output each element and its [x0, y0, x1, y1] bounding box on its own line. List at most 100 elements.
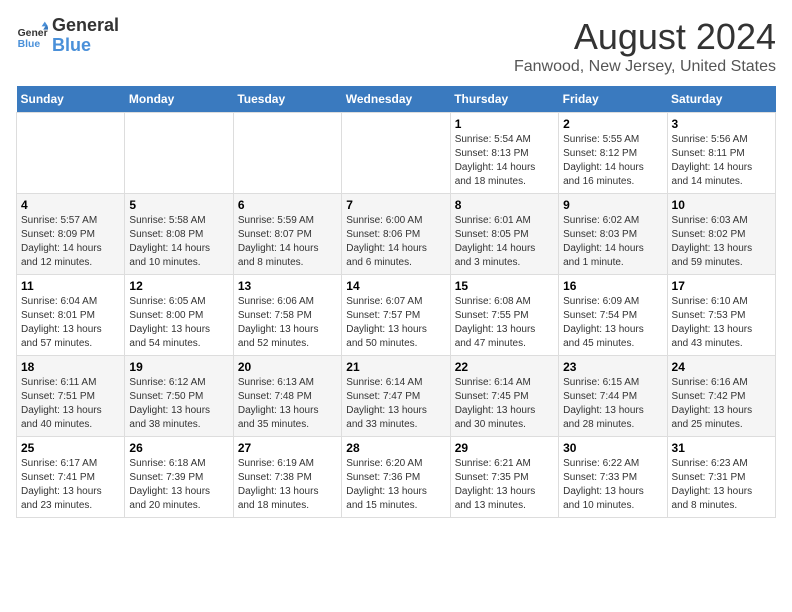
- svg-text:General: General: [18, 28, 48, 39]
- calendar-cell: 19Sunrise: 6:12 AM Sunset: 7:50 PM Dayli…: [125, 356, 233, 437]
- day-content: Sunrise: 6:17 AM Sunset: 7:41 PM Dayligh…: [21, 457, 120, 513]
- calendar-cell: 20 Sunrise: 6:13 AM Sunset: 7:48 PM Dayli…: [233, 356, 341, 437]
- calendar-cell: 4 Sunrise: 5:57 AM Sunset: 8:09 PM Daylig…: [17, 194, 125, 275]
- calendar-cell: 23 Sunrise: 6:15 AM Sunset: 7:44 PM Dayli…: [559, 356, 667, 437]
- title-section: August 2024 Fanwood, New Jersey, United …: [514, 16, 776, 76]
- day-content: Sunrise: 5:54 AM Sunset: 8:13 PM Dayligh…: [455, 133, 554, 189]
- day-content: Sunrise: 6:02 AM Sunset: 8:03 PM Dayligh…: [563, 214, 662, 270]
- day-content: Sunrise: 6:01 AM Sunset: 8:05 PM Dayligh…: [455, 214, 554, 270]
- day-content: Sunrise: 6:14 AM Sunset: 7:45 PM Dayligh…: [455, 376, 554, 432]
- logo-icon: General Blue: [16, 20, 48, 52]
- day-number: 28: [346, 441, 445, 455]
- calendar-cell: 14 Sunrise: 6:07 AM Sunset: 7:57 PM Dayli…: [342, 275, 450, 356]
- day-content: Sunrise: 6:19 AM Sunset: 7:38 PM Dayligh…: [238, 457, 337, 513]
- day-number: 2: [563, 117, 662, 131]
- weekday-header-tuesday: Tuesday: [233, 86, 341, 113]
- day-number: 26: [129, 441, 228, 455]
- day-number: 12: [129, 279, 228, 293]
- day-content: Sunrise: 6:15 AM Sunset: 7:44 PM Dayligh…: [563, 376, 662, 432]
- day-number: 23: [563, 360, 662, 374]
- day-number: 20: [238, 360, 337, 374]
- calendar-cell: 22 Sunrise: 6:14 AM Sunset: 7:45 PM Dayli…: [450, 356, 558, 437]
- day-number: 17: [672, 279, 771, 293]
- calendar-cell: 1 Sunrise: 5:54 AM Sunset: 8:13 PM Daylig…: [450, 113, 558, 194]
- page-header: General Blue General Blue August 2024 Fa…: [16, 16, 776, 76]
- day-content: Sunrise: 5:57 AM Sunset: 8:09 PM Dayligh…: [21, 214, 120, 270]
- day-content: Sunrise: 6:04 AM Sunset: 8:01 PM Dayligh…: [21, 295, 120, 351]
- day-number: 18: [21, 360, 120, 374]
- day-number: 27: [238, 441, 337, 455]
- calendar-cell: 24Sunrise: 6:16 AM Sunset: 7:42 PM Dayli…: [667, 356, 775, 437]
- day-number: 1: [455, 117, 554, 131]
- calendar-body: 1 Sunrise: 5:54 AM Sunset: 8:13 PM Daylig…: [17, 113, 776, 518]
- calendar-table: SundayMondayTuesdayWednesdayThursdayFrid…: [16, 86, 776, 518]
- day-content: Sunrise: 6:09 AM Sunset: 7:54 PM Dayligh…: [563, 295, 662, 351]
- weekday-header-monday: Monday: [125, 86, 233, 113]
- calendar-cell: 31Sunrise: 6:23 AM Sunset: 7:31 PM Dayli…: [667, 437, 775, 518]
- day-number: 4: [21, 198, 120, 212]
- day-content: Sunrise: 6:10 AM Sunset: 7:53 PM Dayligh…: [672, 295, 771, 351]
- calendar-cell: 25 Sunrise: 6:17 AM Sunset: 7:41 PM Dayli…: [17, 437, 125, 518]
- calendar-title: August 2024: [514, 16, 776, 58]
- day-number: 21: [346, 360, 445, 374]
- calendar-header: SundayMondayTuesdayWednesdayThursdayFrid…: [17, 86, 776, 113]
- calendar-cell: 28Sunrise: 6:20 AM Sunset: 7:36 PM Dayli…: [342, 437, 450, 518]
- calendar-cell: [233, 113, 341, 194]
- calendar-cell: 16 Sunrise: 6:09 AM Sunset: 7:54 PM Dayli…: [559, 275, 667, 356]
- day-content: Sunrise: 6:14 AM Sunset: 7:47 PM Dayligh…: [346, 376, 445, 432]
- logo: General Blue General Blue: [16, 16, 119, 56]
- calendar-cell: 21 Sunrise: 6:14 AM Sunset: 7:47 PM Dayli…: [342, 356, 450, 437]
- day-number: 8: [455, 198, 554, 212]
- calendar-cell: 29 Sunrise: 6:21 AM Sunset: 7:35 PM Dayli…: [450, 437, 558, 518]
- weekday-header-thursday: Thursday: [450, 86, 558, 113]
- calendar-cell: 7 Sunrise: 6:00 AM Sunset: 8:06 PM Daylig…: [342, 194, 450, 275]
- day-content: Sunrise: 6:12 AM Sunset: 7:50 PM Dayligh…: [129, 376, 228, 432]
- day-number: 15: [455, 279, 554, 293]
- calendar-cell: 27 Sunrise: 6:19 AM Sunset: 7:38 PM Dayli…: [233, 437, 341, 518]
- calendar-week-1: 1 Sunrise: 5:54 AM Sunset: 8:13 PM Daylig…: [17, 113, 776, 194]
- day-content: Sunrise: 6:13 AM Sunset: 7:48 PM Dayligh…: [238, 376, 337, 432]
- day-number: 25: [21, 441, 120, 455]
- calendar-cell: 5Sunrise: 5:58 AM Sunset: 8:08 PM Daylig…: [125, 194, 233, 275]
- day-content: Sunrise: 6:07 AM Sunset: 7:57 PM Dayligh…: [346, 295, 445, 351]
- day-number: 29: [455, 441, 554, 455]
- day-content: Sunrise: 6:00 AM Sunset: 8:06 PM Dayligh…: [346, 214, 445, 270]
- day-number: 9: [563, 198, 662, 212]
- calendar-cell: 8 Sunrise: 6:01 AM Sunset: 8:05 PM Daylig…: [450, 194, 558, 275]
- day-number: 11: [21, 279, 120, 293]
- day-number: 22: [455, 360, 554, 374]
- calendar-cell: 3Sunrise: 5:56 AM Sunset: 8:11 PM Daylig…: [667, 113, 775, 194]
- day-content: Sunrise: 6:21 AM Sunset: 7:35 PM Dayligh…: [455, 457, 554, 513]
- calendar-week-4: 18 Sunrise: 6:11 AM Sunset: 7:51 PM Dayli…: [17, 356, 776, 437]
- svg-text:Blue: Blue: [18, 39, 41, 50]
- day-content: Sunrise: 6:22 AM Sunset: 7:33 PM Dayligh…: [563, 457, 662, 513]
- day-number: 5: [129, 198, 228, 212]
- weekday-header-friday: Friday: [559, 86, 667, 113]
- day-number: 13: [238, 279, 337, 293]
- day-number: 6: [238, 198, 337, 212]
- day-number: 31: [672, 441, 771, 455]
- calendar-week-3: 11 Sunrise: 6:04 AM Sunset: 8:01 PM Dayli…: [17, 275, 776, 356]
- day-number: 10: [672, 198, 771, 212]
- day-content: Sunrise: 5:56 AM Sunset: 8:11 PM Dayligh…: [672, 133, 771, 189]
- day-content: Sunrise: 5:55 AM Sunset: 8:12 PM Dayligh…: [563, 133, 662, 189]
- day-content: Sunrise: 6:11 AM Sunset: 7:51 PM Dayligh…: [21, 376, 120, 432]
- weekday-header-row: SundayMondayTuesdayWednesdayThursdayFrid…: [17, 86, 776, 113]
- day-number: 16: [563, 279, 662, 293]
- calendar-cell: 11 Sunrise: 6:04 AM Sunset: 8:01 PM Dayli…: [17, 275, 125, 356]
- day-number: 14: [346, 279, 445, 293]
- calendar-cell: 15Sunrise: 6:08 AM Sunset: 7:55 PM Dayli…: [450, 275, 558, 356]
- calendar-cell: 10 Sunrise: 6:03 AM Sunset: 8:02 PM Dayli…: [667, 194, 775, 275]
- day-content: Sunrise: 6:03 AM Sunset: 8:02 PM Dayligh…: [672, 214, 771, 270]
- day-content: Sunrise: 6:16 AM Sunset: 7:42 PM Dayligh…: [672, 376, 771, 432]
- calendar-week-2: 4 Sunrise: 5:57 AM Sunset: 8:09 PM Daylig…: [17, 194, 776, 275]
- day-number: 7: [346, 198, 445, 212]
- calendar-cell: 13 Sunrise: 6:06 AM Sunset: 7:58 PM Dayli…: [233, 275, 341, 356]
- day-content: Sunrise: 6:06 AM Sunset: 7:58 PM Dayligh…: [238, 295, 337, 351]
- weekday-header-wednesday: Wednesday: [342, 86, 450, 113]
- calendar-cell: 6Sunrise: 5:59 AM Sunset: 8:07 PM Daylig…: [233, 194, 341, 275]
- logo-text: General Blue: [52, 16, 119, 56]
- calendar-cell: 17 Sunrise: 6:10 AM Sunset: 7:53 PM Dayli…: [667, 275, 775, 356]
- weekday-header-sunday: Sunday: [17, 86, 125, 113]
- calendar-cell: 30Sunrise: 6:22 AM Sunset: 7:33 PM Dayli…: [559, 437, 667, 518]
